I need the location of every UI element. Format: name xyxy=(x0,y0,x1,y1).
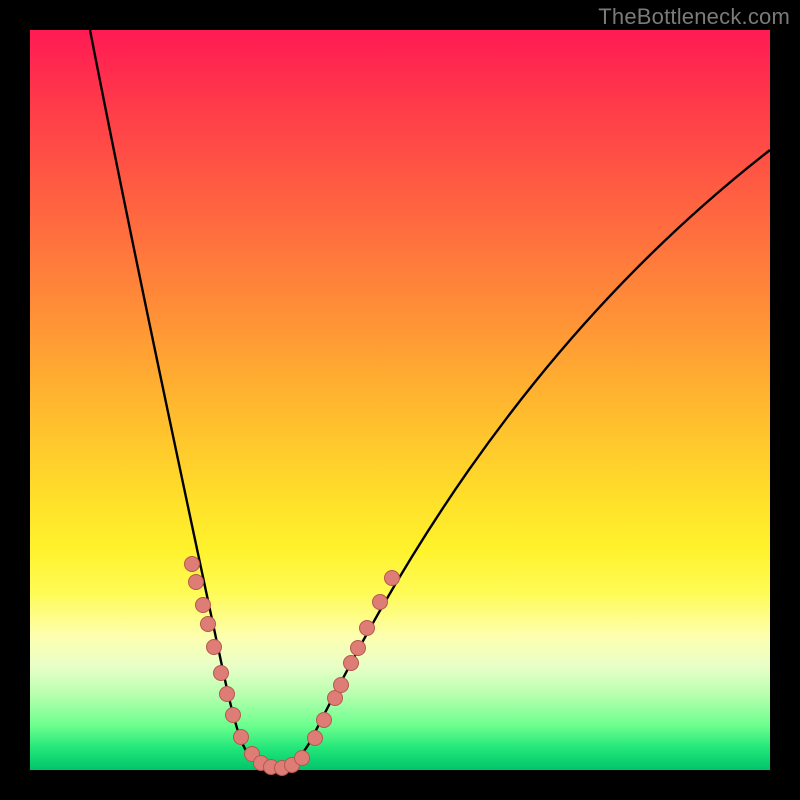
data-dot xyxy=(295,751,310,766)
data-dot xyxy=(207,640,222,655)
data-dot xyxy=(360,621,375,636)
bottleneck-curve xyxy=(90,30,770,769)
data-dot xyxy=(185,557,200,572)
chart-frame: TheBottleneck.com xyxy=(0,0,800,800)
data-dot xyxy=(344,656,359,671)
data-dot xyxy=(373,595,388,610)
data-dot xyxy=(201,617,216,632)
data-dot xyxy=(189,575,204,590)
data-dot xyxy=(220,687,235,702)
curve-svg xyxy=(30,30,770,770)
data-dot xyxy=(385,571,400,586)
data-dot xyxy=(308,731,323,746)
data-dot xyxy=(234,730,249,745)
data-dot xyxy=(317,713,332,728)
data-dot xyxy=(196,598,211,613)
watermark-text: TheBottleneck.com xyxy=(598,4,790,30)
data-dot xyxy=(226,708,241,723)
data-dots xyxy=(185,557,400,776)
data-dot xyxy=(214,666,229,681)
data-dot xyxy=(351,641,366,656)
data-dot xyxy=(334,678,349,693)
plot-area xyxy=(30,30,770,770)
